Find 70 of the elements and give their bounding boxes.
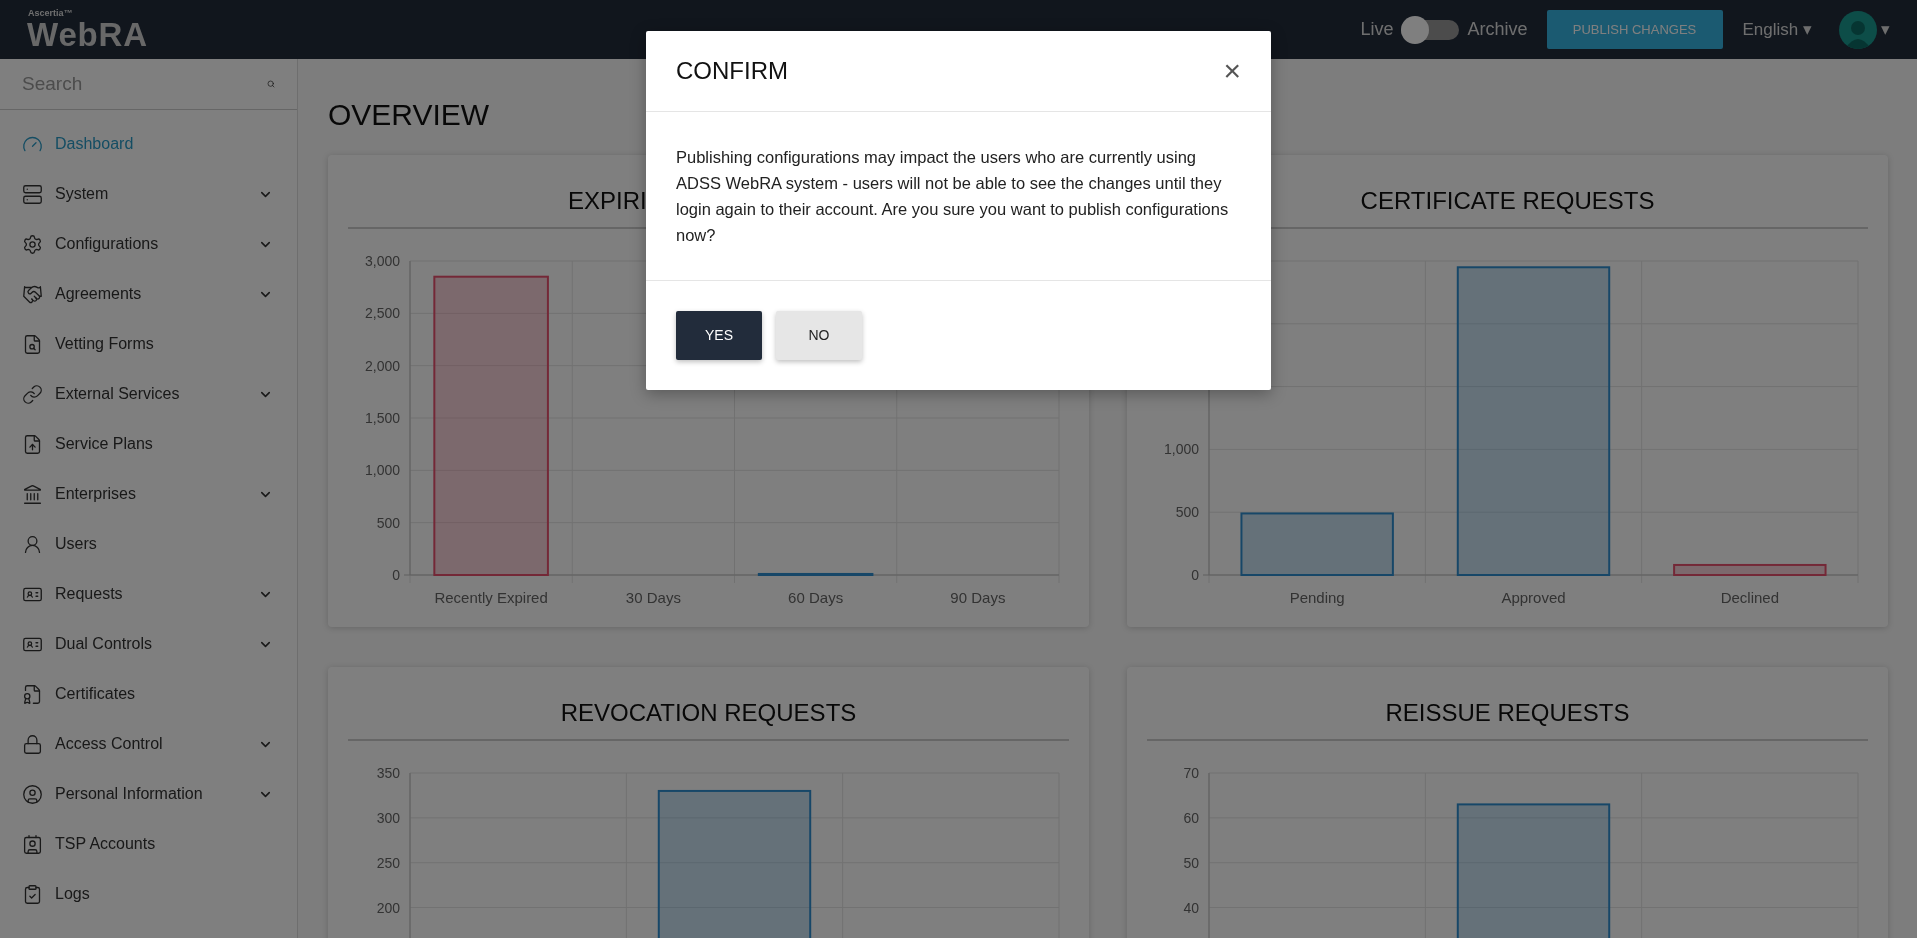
y-tick-label: 1,500 <box>364 410 400 426</box>
lock-icon <box>22 733 43 755</box>
yes-button[interactable]: YES <box>676 311 762 360</box>
clipboard-icon <box>22 883 43 905</box>
settings-icon <box>22 233 43 255</box>
chart-title: CERTIFICATE REQUESTS <box>1360 186 1655 216</box>
sidebar-item[interactable]: Enterprises <box>0 469 297 519</box>
y-tick-label: 2,000 <box>364 357 400 374</box>
upload-document-icon <box>22 433 43 455</box>
dialog-title: CONFIRM <box>676 56 788 86</box>
user-circle-icon <box>22 783 43 805</box>
sidebar-item[interactable]: Users <box>0 519 297 569</box>
x-axis-label: Recently Expired <box>434 589 548 606</box>
y-tick-label: 1,000 <box>364 462 400 479</box>
y-tick-label: 50 <box>1183 854 1199 871</box>
company-logo-text: Ascertia™ <box>28 8 74 18</box>
no-button[interactable]: NO <box>776 311 862 360</box>
y-tick-label: 500 <box>376 514 400 531</box>
sidebar-item[interactable]: TSP Accounts <box>0 819 297 869</box>
sidebar-item[interactable]: System <box>0 169 297 219</box>
y-tick-label: 40 <box>1183 899 1199 916</box>
dialog-message: Publishing configurations may impact the users who are currently using ADSS WebRA system - users will not be able to see the changes until they login again to their account. Are you sure you want to publish configurations now? <box>676 147 1230 246</box>
sidebar-item[interactable]: Configurations <box>0 219 297 269</box>
sidebar-item[interactable]: Certificates <box>0 669 297 719</box>
sidebar-item[interactable]: External Services <box>0 369 297 419</box>
y-tick-label: 250 <box>376 854 400 871</box>
product-logo: WebRA <box>27 17 148 51</box>
y-tick-label: 1,000 <box>1163 441 1199 458</box>
sidebar-item[interactable]: Logs <box>0 869 297 919</box>
y-tick-label: 60 <box>1183 809 1199 826</box>
sidebar-item[interactable]: Agreements <box>0 269 297 319</box>
sidebar-item[interactable]: Service Plans <box>0 419 297 469</box>
x-axis-label: Approved <box>1501 589 1566 606</box>
x-axis-label: 90 Days <box>950 589 1006 606</box>
certificate-icon <box>22 683 43 705</box>
contact-card-icon <box>22 833 43 855</box>
y-tick-label: 70 <box>1183 765 1199 781</box>
server-icon <box>22 183 43 205</box>
user-icon <box>22 533 43 555</box>
y-tick-label: 3,000 <box>364 253 400 269</box>
y-tick-label: 0 <box>392 567 400 583</box>
y-tick-label: 2,500 <box>364 305 400 322</box>
toggle-label: Archive <box>1467 18 1528 41</box>
y-tick-label: 0 <box>1191 567 1199 583</box>
y-tick-label: 500 <box>1175 504 1199 521</box>
x-axis-label: 60 Days <box>788 589 844 606</box>
y-tick-label: 300 <box>376 809 400 826</box>
sidebar-item[interactable]: Vetting Forms <box>0 319 297 369</box>
language-dropdown[interactable]: English ▾ <box>1742 16 1812 43</box>
bank-building-icon <box>22 483 43 505</box>
user-menu-caret[interactable]: ▾ <box>1881 16 1890 43</box>
y-tick-label: 350 <box>376 765 400 781</box>
handshake-icon <box>22 283 43 305</box>
document-search-icon <box>22 333 43 355</box>
chart-title: EXPIRI <box>568 186 647 216</box>
sidebar-item[interactable]: Access Control <box>0 719 297 769</box>
page-title: OVERVIEW <box>328 97 490 133</box>
x-axis-label: 30 Days <box>625 589 681 606</box>
close-button[interactable]: × <box>1223 56 1241 86</box>
chart-title: REISSUE REQUESTS <box>1385 698 1630 728</box>
chart-title: REVOCATION REQUESTS <box>560 698 857 728</box>
sidebar-item[interactable]: Dashboard <box>0 119 297 169</box>
sidebar-item[interactable]: Requests <box>0 569 297 619</box>
x-axis-label: Declined <box>1720 589 1779 606</box>
sidebar-item[interactable]: Personal Information <box>0 769 297 819</box>
x-axis-label: Pending <box>1289 589 1345 606</box>
link-icon <box>22 383 43 405</box>
toggle-label: Live <box>1360 18 1394 41</box>
y-tick-label: 200 <box>376 899 400 916</box>
sidebar-item[interactable]: Dual Controls <box>0 619 297 669</box>
